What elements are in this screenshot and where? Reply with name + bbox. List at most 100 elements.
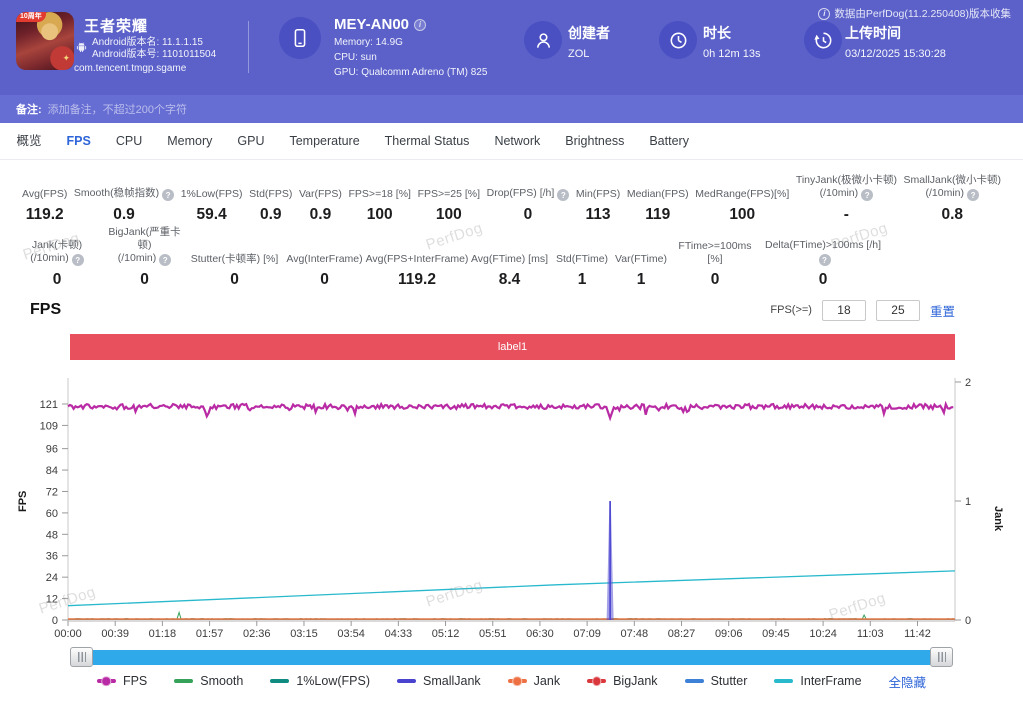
stat-item: Var(FPS)0.9: [299, 168, 342, 225]
svg-text:Jank: Jank: [992, 506, 1004, 532]
tab-bar: 概览FPSCPUMemoryGPUTemperatureThermal Stat…: [0, 123, 1023, 160]
phone-icon: [279, 17, 321, 59]
fps-chart[interactable]: 0122436486072849610912101200:0000:3901:1…: [0, 360, 1023, 646]
stat-value: 0.9: [113, 205, 135, 225]
hide-all-link[interactable]: 全隐藏: [889, 672, 927, 691]
stats-row-1: Avg(FPS)119.2Smooth(稳帧指数)?0.91%Low(FPS)5…: [0, 160, 1023, 225]
legend-marker: [508, 679, 527, 683]
stats-row-2: Jank(卡顿)(/10min)?0BigJank(严重卡顿)(/10min)?…: [0, 225, 1023, 290]
legend-item-stutter[interactable]: Stutter: [685, 674, 748, 688]
legend-item-bigjank[interactable]: BigJank: [587, 674, 657, 688]
collect-info: i 数据由PerfDog(11.2.250408)版本收集: [818, 6, 1011, 21]
svg-text:01:57: 01:57: [196, 628, 224, 640]
svg-text:48: 48: [46, 529, 58, 541]
stat-item: TinyJank(极微小卡顿)(/10min)?-: [796, 168, 897, 225]
fps-threshold-label: FPS(>=): [770, 304, 812, 316]
legend-item-jank[interactable]: Jank: [508, 674, 560, 688]
scrollbar-right-handle[interactable]: [930, 647, 953, 667]
device-gpu: GPU: Qualcomm Adreno (TM) 825: [334, 67, 487, 78]
remark-bar: 备注: 添加备注，不超过200个字符: [0, 95, 1023, 123]
help-icon[interactable]: ?: [557, 189, 569, 201]
legend-marker: [774, 679, 793, 683]
history-clock-icon: [804, 21, 842, 59]
help-icon[interactable]: ?: [72, 254, 84, 266]
reset-link[interactable]: 重置: [930, 301, 955, 320]
legend-marker: [270, 679, 289, 683]
stat-label: Delta(FTime)>100ms [/h]?: [760, 239, 886, 267]
stat-value: 0: [711, 270, 720, 290]
remark-input[interactable]: 添加备注，不超过200个字符: [48, 101, 648, 117]
stat-item: Smooth(稳帧指数)?0.9: [74, 168, 174, 225]
tab-temperature[interactable]: Temperature: [277, 123, 372, 160]
legend-item-fps[interactable]: FPS: [97, 674, 147, 688]
info-icon[interactable]: i: [818, 8, 830, 20]
svg-text:84: 84: [46, 465, 58, 477]
stat-item: Std(FTime)1: [552, 233, 612, 290]
svg-text:1: 1: [965, 496, 971, 508]
tab-fps[interactable]: FPS: [54, 123, 103, 160]
stat-value: 0: [140, 270, 149, 290]
tab-thermal-status[interactable]: Thermal Status: [372, 123, 482, 160]
tab-network[interactable]: Network: [482, 123, 553, 160]
legend-item-smooth[interactable]: Smooth: [174, 674, 243, 688]
legend-marker: [587, 679, 606, 683]
legend-item-1-low-fps-[interactable]: 1%Low(FPS): [270, 674, 370, 688]
legend-label: Jank: [534, 674, 560, 688]
stat-value: 119.2: [26, 205, 64, 225]
package-name: com.tencent.tmgp.sgame: [74, 63, 186, 74]
legend-item-interframe[interactable]: InterFrame: [774, 674, 861, 688]
scrollbar-track[interactable]: [93, 650, 930, 665]
tab-概览[interactable]: 概览: [4, 123, 54, 160]
svg-text:109: 109: [40, 420, 58, 432]
help-icon[interactable]: ?: [819, 254, 831, 266]
stat-value: 59.4: [197, 205, 227, 225]
legend-item-smalljank[interactable]: SmallJank: [397, 674, 481, 688]
fps-threshold-input-1[interactable]: [822, 300, 866, 321]
help-icon[interactable]: ?: [162, 189, 174, 201]
stat-item: FTime>=100ms [%]0: [670, 233, 760, 290]
grip-icon: [78, 652, 86, 662]
fps-section-title: FPS: [30, 301, 61, 319]
help-icon[interactable]: ?: [159, 254, 171, 266]
help-icon[interactable]: ?: [967, 189, 979, 201]
tab-cpu[interactable]: CPU: [103, 123, 154, 160]
remark-label: 备注:: [16, 101, 42, 117]
stat-label: 1%Low(FPS): [181, 188, 243, 201]
stat-value: 119.2: [398, 270, 436, 290]
header-divider: [248, 21, 249, 73]
svg-text:09:45: 09:45: [762, 628, 790, 640]
svg-text:2: 2: [965, 377, 971, 389]
grip-icon: [938, 652, 946, 662]
svg-text:00:00: 00:00: [54, 628, 82, 640]
anniversary-badge: 10周年: [16, 12, 46, 22]
help-icon[interactable]: ?: [861, 189, 873, 201]
device-info-icon[interactable]: i: [414, 19, 426, 31]
tab-memory[interactable]: Memory: [155, 123, 225, 160]
tab-brightness[interactable]: Brightness: [553, 123, 637, 160]
svg-text:0: 0: [52, 615, 58, 627]
tab-battery[interactable]: Battery: [637, 123, 702, 160]
svg-text:11:42: 11:42: [904, 628, 931, 640]
scrollbar-left-handle[interactable]: [70, 647, 93, 667]
tab-gpu[interactable]: GPU: [225, 123, 277, 160]
legend-label: FPS: [123, 674, 147, 688]
upload-time-label: 上传时间: [845, 23, 901, 43]
svg-text:03:54: 03:54: [337, 628, 365, 640]
annotation-label: label1: [498, 341, 527, 353]
legend-marker: [174, 679, 193, 683]
stat-label: Std(FPS): [249, 188, 292, 201]
duration-value: 0h 12m 13s: [703, 48, 760, 60]
app-name: 王者荣耀: [84, 15, 148, 36]
legend-label: SmallJank: [423, 674, 481, 688]
stat-label: Drop(FPS) [/h]?: [487, 187, 570, 202]
svg-text:72: 72: [46, 486, 58, 498]
stat-item: Avg(InterFrame)0: [282, 233, 367, 290]
stat-item: MedRange(FPS)[%]100: [695, 168, 789, 225]
fps-threshold-input-2[interactable]: [876, 300, 920, 321]
svg-text:36: 36: [46, 551, 58, 563]
stat-label: Stutter(卡顿率) [%]: [191, 253, 279, 266]
stat-item: Jank(卡顿)(/10min)?0: [12, 233, 102, 290]
svg-text:11:03: 11:03: [857, 628, 884, 640]
svg-text:12: 12: [46, 594, 58, 606]
stat-label: SmallJank(微小卡顿)(/10min)?: [904, 174, 1001, 202]
